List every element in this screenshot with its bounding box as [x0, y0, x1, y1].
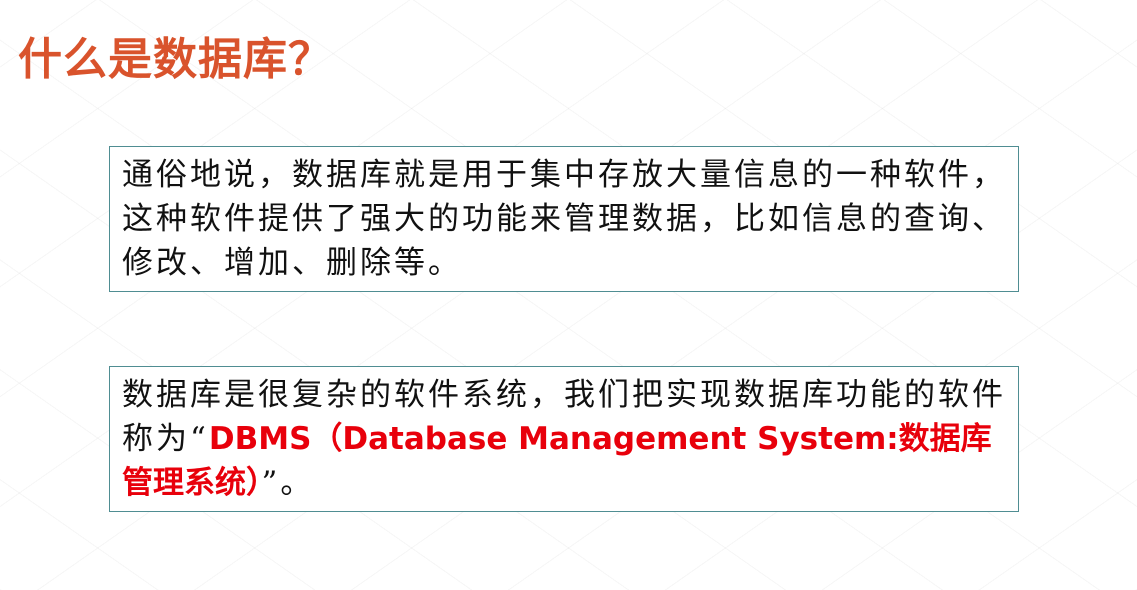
dbms-highlight: DBMS（Database Management System:数据库管理系统）: [122, 421, 992, 501]
slide-title: 什么是数据库？: [18, 34, 333, 85]
definition-text: 通俗地说，数据库就是用于集中存放大量信息的一种软件，这种软件提供了强大的功能来管…: [122, 157, 1006, 281]
dbms-box: 数据库是很复杂的软件系统，我们把实现数据库功能的软件称为“DBMS（Databa…: [109, 366, 1019, 512]
dbms-text-end: ”。: [261, 465, 315, 501]
definition-box: 通俗地说，数据库就是用于集中存放大量信息的一种软件，这种软件提供了强大的功能来管…: [109, 146, 1019, 292]
dbms-text: 数据库是很复杂的软件系统，我们把实现数据库功能的软件称为“DBMS（Databa…: [122, 373, 1008, 505]
